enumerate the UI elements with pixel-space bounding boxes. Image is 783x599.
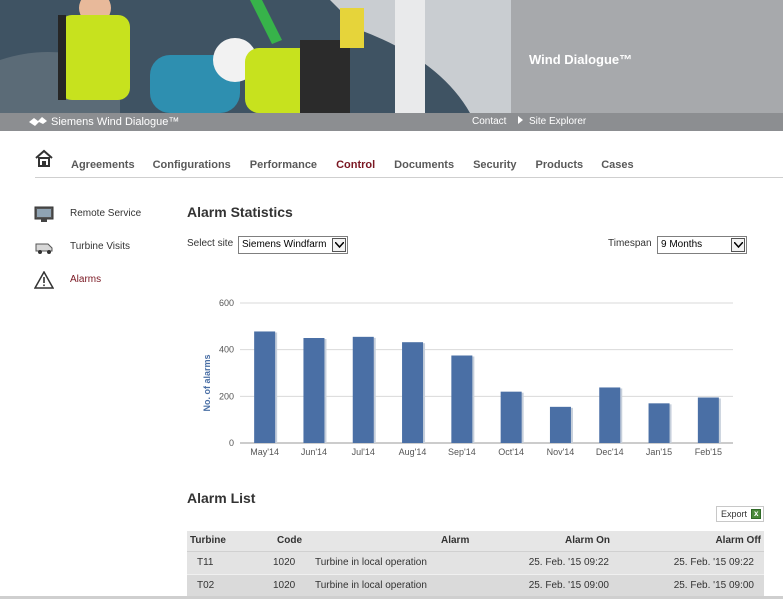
bar — [697, 397, 719, 443]
brand[interactable]: Siemens Wind Dialogue™ — [28, 113, 179, 131]
table-row[interactable]: T02 1020 Turbine in local operation 25. … — [187, 574, 764, 597]
bar — [451, 355, 473, 443]
y-axis-label: No. of alarms — [202, 354, 212, 411]
alarm-cell: Turbine in local operation — [315, 580, 427, 591]
monitor-icon — [34, 206, 54, 222]
alarm-bar-chart: 0 200 400 600 No. of alarms May'14 Jun'14 Jul'1… — [202, 298, 733, 457]
alarm-off-cell: 25. Feb. '15 09:00 — [673, 580, 754, 591]
turbine-cell: T11 — [197, 557, 214, 568]
nav-control[interactable]: Control — [336, 159, 375, 171]
alarm-chart: 0 200 400 600 No. of alarms May'14 Jun'14 Jul'1… — [190, 288, 750, 468]
alarm-on-cell: 25. Feb. '15 09:22 — [528, 557, 609, 568]
table-row[interactable]: T11 1020 Turbine in local operation 25. … — [187, 551, 764, 574]
x-tick-label: Oct'14 — [498, 447, 524, 457]
site-explorer-link[interactable]: Site Explorer — [518, 113, 586, 131]
column-code[interactable]: Code — [277, 531, 302, 551]
x-tick-label: May'14 — [250, 447, 279, 457]
technicians-illustration — [0, 0, 511, 113]
nav-performance[interactable]: Performance — [250, 159, 317, 171]
sidebar-item-label: Alarms — [70, 274, 102, 285]
timespan-label: Timespan — [608, 238, 652, 249]
nav-agreements[interactable]: Agreements — [71, 159, 135, 171]
excel-icon — [751, 507, 761, 521]
x-tick-label: Sep'14 — [448, 447, 476, 457]
main-nav: Agreements Configurations Performance Co… — [35, 145, 783, 178]
bar — [500, 391, 522, 443]
arrow-right-icon — [518, 116, 523, 125]
top-bar: Siemens Wind Dialogue™ Contact Site Expl… — [0, 113, 783, 131]
brand-label: Siemens Wind Dialogue™ — [51, 116, 180, 128]
van-icon — [35, 243, 53, 254]
nav-configurations[interactable]: Configurations — [153, 159, 231, 171]
x-tick-label: Aug'14 — [399, 447, 427, 457]
sidebar-item-label: Turbine Visits — [70, 241, 131, 252]
nav-documents[interactable]: Documents — [394, 159, 454, 171]
bar — [599, 387, 621, 443]
alarm-table: Turbine Code Alarm Alarm On Alarm Off T1… — [187, 531, 764, 597]
contact-link[interactable]: Contact — [472, 113, 506, 131]
side-nav: Remote Service Turbine Visits Alarms — [34, 205, 174, 304]
hero-title: Wind Dialogue™ — [529, 52, 633, 67]
bar — [549, 406, 571, 443]
y-tick-label: 600 — [219, 298, 234, 308]
hero-photo — [0, 0, 511, 113]
column-alarm[interactable]: Alarm — [441, 531, 469, 551]
y-tick-label: 200 — [219, 391, 234, 401]
chevron-down-icon[interactable] — [332, 238, 346, 252]
siemens-logo-icon — [29, 117, 47, 126]
code-cell: 1020 — [273, 580, 296, 591]
timespan-select[interactable]: 9 Months — [657, 236, 747, 254]
x-tick-label: Jun'14 — [301, 447, 327, 457]
sidebar-item-remote-service[interactable]: Remote Service — [34, 205, 174, 238]
column-turbine[interactable]: Turbine — [190, 531, 226, 551]
brand-panel: Wind Dialogue™ — [511, 0, 783, 113]
alarm-list-heading: Alarm List — [187, 490, 256, 506]
column-alarm-on[interactable]: Alarm On — [565, 531, 610, 551]
timespan-select-value: 9 Months — [661, 239, 703, 250]
bar — [303, 338, 325, 443]
hero-banner: Wind Dialogue™ — [0, 0, 783, 113]
x-tick-label: Jul'14 — [352, 447, 375, 457]
code-cell: 1020 — [273, 557, 296, 568]
nav-security[interactable]: Security — [473, 159, 516, 171]
alarm-off-cell: 25. Feb. '15 09:22 — [673, 557, 754, 568]
bar — [352, 336, 374, 443]
nav-items: Agreements Configurations Performance Co… — [71, 159, 634, 171]
x-tick-label: Nov'14 — [547, 447, 575, 457]
nav-products[interactable]: Products — [536, 159, 584, 171]
alarm-cell: Turbine in local operation — [315, 557, 427, 568]
alarm-statistics-heading: Alarm Statistics — [187, 204, 293, 220]
warning-icon — [34, 271, 54, 289]
nav-cases[interactable]: Cases — [601, 159, 633, 171]
y-tick-label: 0 — [229, 438, 234, 448]
x-tick-label: Dec'14 — [596, 447, 624, 457]
table-header: Turbine Code Alarm Alarm On Alarm Off — [187, 531, 764, 551]
x-tick-label: Feb'15 — [695, 447, 722, 457]
chevron-down-icon[interactable] — [731, 238, 745, 252]
x-tick-label: Jan'15 — [646, 447, 672, 457]
alarm-on-cell: 25. Feb. '15 09:00 — [528, 580, 609, 591]
home-icon[interactable] — [35, 149, 53, 167]
export-button[interactable]: Export — [716, 506, 764, 522]
select-site-label: Select site — [187, 238, 234, 249]
site-select-value: Siemens Windfarm — [242, 239, 327, 250]
bar — [402, 342, 424, 443]
site-select[interactable]: Siemens Windfarm — [238, 236, 348, 254]
turbine-cell: T02 — [197, 580, 215, 591]
sidebar-item-alarms[interactable]: Alarms — [34, 271, 174, 304]
y-tick-label: 400 — [219, 345, 234, 355]
bar — [648, 403, 670, 443]
sidebar-item-turbine-visits[interactable]: Turbine Visits — [34, 238, 174, 271]
site-explorer-label: Site Explorer — [529, 116, 587, 127]
export-label: Export — [721, 509, 748, 519]
column-alarm-off[interactable]: Alarm Off — [715, 531, 761, 551]
sidebar-item-label: Remote Service — [70, 208, 142, 219]
bar — [254, 331, 276, 443]
